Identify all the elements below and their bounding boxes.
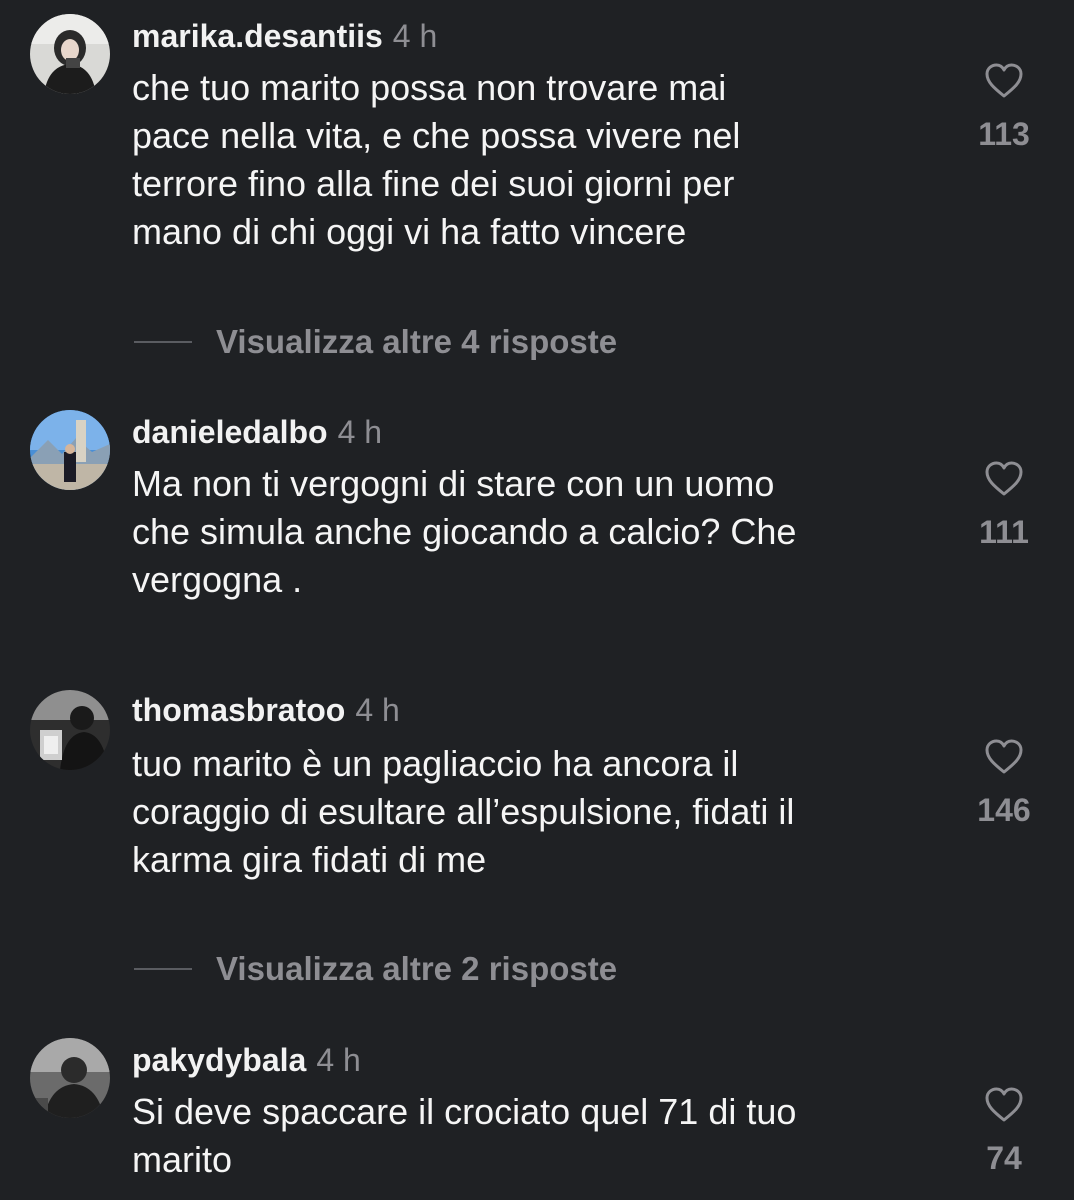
like-control: 111	[964, 460, 1044, 550]
avatar-photo-icon	[30, 14, 110, 94]
avatar[interactable]	[30, 1038, 110, 1118]
view-more-replies[interactable]: Visualizza altre 2 risposte	[134, 949, 617, 989]
comment-meta: pakydybala 4 h	[132, 1040, 361, 1080]
username[interactable]: thomasbratoo	[132, 692, 345, 728]
avatar-photo-icon	[30, 690, 110, 770]
like-control: 113	[964, 62, 1044, 152]
heart-outline-icon[interactable]	[964, 460, 1044, 498]
view-more-replies[interactable]: Visualizza altre 4 risposte	[134, 322, 617, 362]
comment-text: Si deve spaccare il crociato quel 71 di …	[132, 1091, 797, 1180]
avatar-photo-icon	[30, 1038, 110, 1118]
like-count: 113	[978, 116, 1030, 152]
view-more-replies-label: Visualizza altre 2 risposte	[216, 950, 618, 987]
divider	[134, 341, 192, 343]
avatar[interactable]	[30, 690, 110, 770]
timestamp: 4 h	[355, 692, 400, 728]
comment-text: Ma non ti vergogni di stare con un uomo …	[132, 463, 797, 600]
avatar[interactable]	[30, 410, 110, 490]
username[interactable]: pakydybala	[132, 1042, 306, 1078]
comment-meta: danieledalbo 4 h	[132, 412, 382, 452]
divider	[134, 968, 192, 970]
like-count: 146	[977, 792, 1031, 828]
timestamp: 4 h	[316, 1042, 361, 1078]
timestamp: 4 h	[392, 18, 438, 54]
like-count: 111	[979, 514, 1029, 550]
heart-outline-icon[interactable]	[964, 62, 1044, 100]
username[interactable]: marika.desantiis	[132, 18, 383, 54]
view-more-replies-label: Visualizza altre 4 risposte	[216, 323, 618, 360]
username[interactable]: danieledalbo	[132, 414, 328, 450]
like-control: 146	[964, 738, 1044, 828]
comment-meta: thomasbratoo 4 h	[132, 690, 400, 730]
avatar[interactable]	[30, 14, 110, 94]
like-control: 74	[964, 1086, 1044, 1176]
heart-outline-icon[interactable]	[964, 738, 1044, 776]
like-count: 74	[986, 1140, 1022, 1176]
comment-meta: marika.desantiis 4 h	[132, 16, 437, 56]
timestamp: 4 h	[337, 414, 383, 450]
comment-text: che tuo marito possa non trovare mai pac…	[132, 67, 741, 252]
avatar-photo-icon	[30, 410, 110, 490]
comment-text: tuo marito è un pagliaccio ha ancora il …	[132, 743, 795, 880]
heart-outline-icon[interactable]	[964, 1086, 1044, 1124]
